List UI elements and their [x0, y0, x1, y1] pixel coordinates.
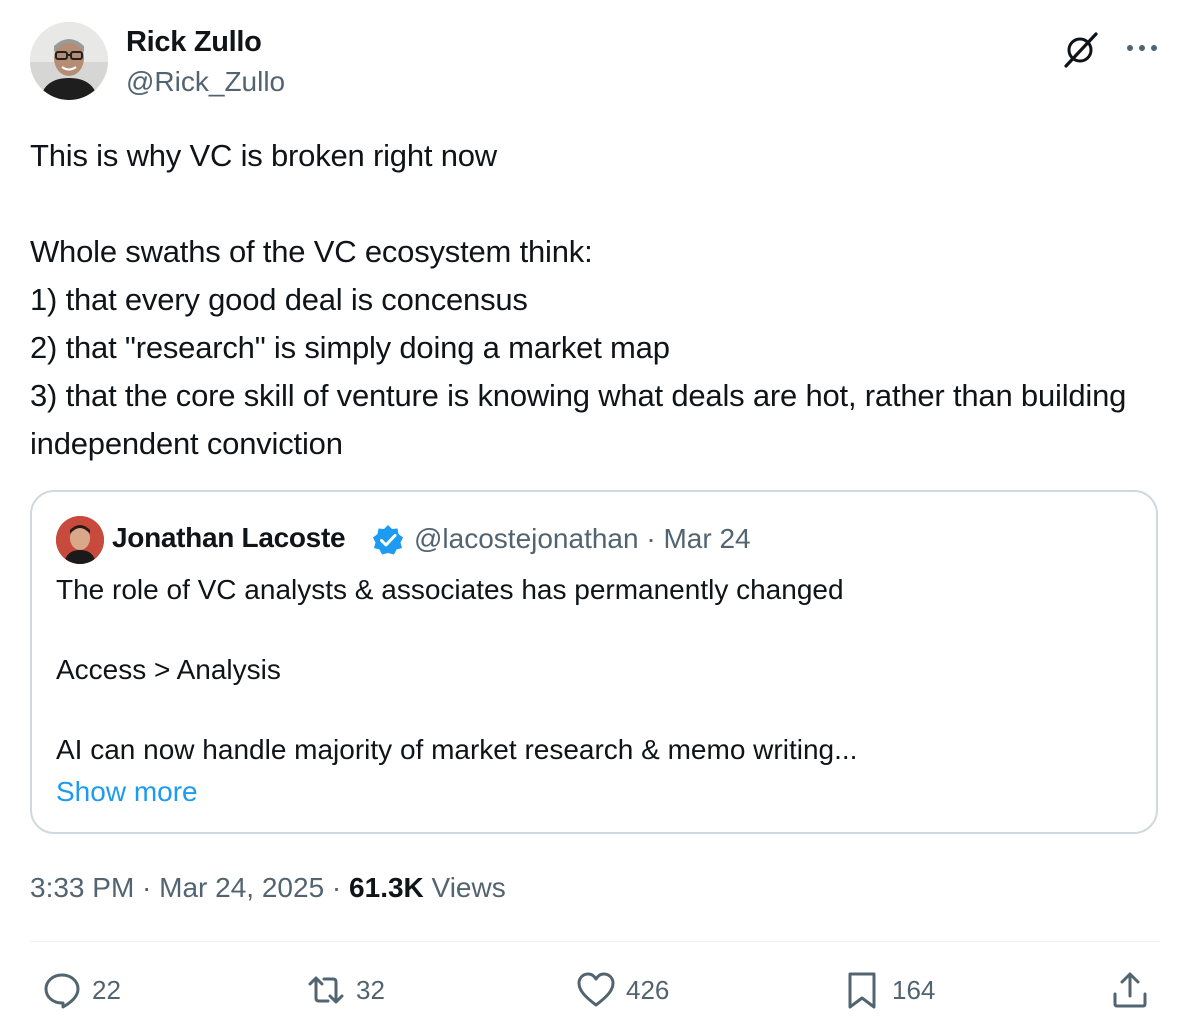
like-button[interactable]: 426	[576, 970, 669, 1010]
bookmark-button[interactable]: 164	[842, 970, 935, 1010]
author-avatar[interactable]	[30, 22, 108, 100]
more-options-icon[interactable]	[1124, 36, 1160, 60]
author-name[interactable]: Rick Zullo	[126, 26, 262, 59]
tweet-meta: 3:33 PM · Mar 24, 2025 · 61.3K Views	[30, 872, 506, 904]
quoted-tweet-text: The role of VC analysts & associates has…	[56, 574, 858, 765]
repost-icon	[308, 976, 344, 1004]
quoted-handle-date: @lacostejonathan · Mar 24	[414, 523, 751, 554]
views-label: Views	[423, 872, 506, 903]
reply-icon	[44, 973, 80, 1009]
share-button[interactable]	[1110, 970, 1150, 1010]
share-icon	[1113, 972, 1147, 1008]
author-handle[interactable]: @Rick_Zullo	[126, 66, 285, 98]
like-count: 426	[626, 974, 670, 1005]
bookmark-icon	[848, 972, 876, 1009]
quoted-author-avatar[interactable]	[56, 516, 104, 564]
tweet-text: This is why VC is broken right now Whole…	[30, 138, 1127, 461]
quoted-avatar-image	[56, 516, 104, 564]
repost-count: 32	[356, 974, 385, 1005]
reply-count: 22	[92, 974, 121, 1005]
verified-badge-icon	[372, 524, 404, 556]
tweet-timestamp[interactable]: 3:33 PM · Mar 24, 2025 ·	[30, 872, 349, 903]
repost-button[interactable]: 32	[306, 970, 385, 1010]
quoted-tweet-card[interactable]: Jonathan Lacoste @lacostejonathan · Mar …	[30, 490, 1158, 834]
views-count: 61.3K	[349, 872, 424, 903]
grok-icon[interactable]	[1060, 30, 1100, 70]
author-avatar-image	[30, 22, 108, 100]
divider	[30, 941, 1160, 942]
show-more-link[interactable]: Show more	[56, 776, 198, 808]
reply-button[interactable]: 22	[42, 970, 121, 1010]
bookmark-count: 164	[892, 974, 936, 1005]
quoted-author-name[interactable]: Jonathan Lacoste	[112, 522, 346, 554]
heart-icon	[577, 972, 615, 1007]
